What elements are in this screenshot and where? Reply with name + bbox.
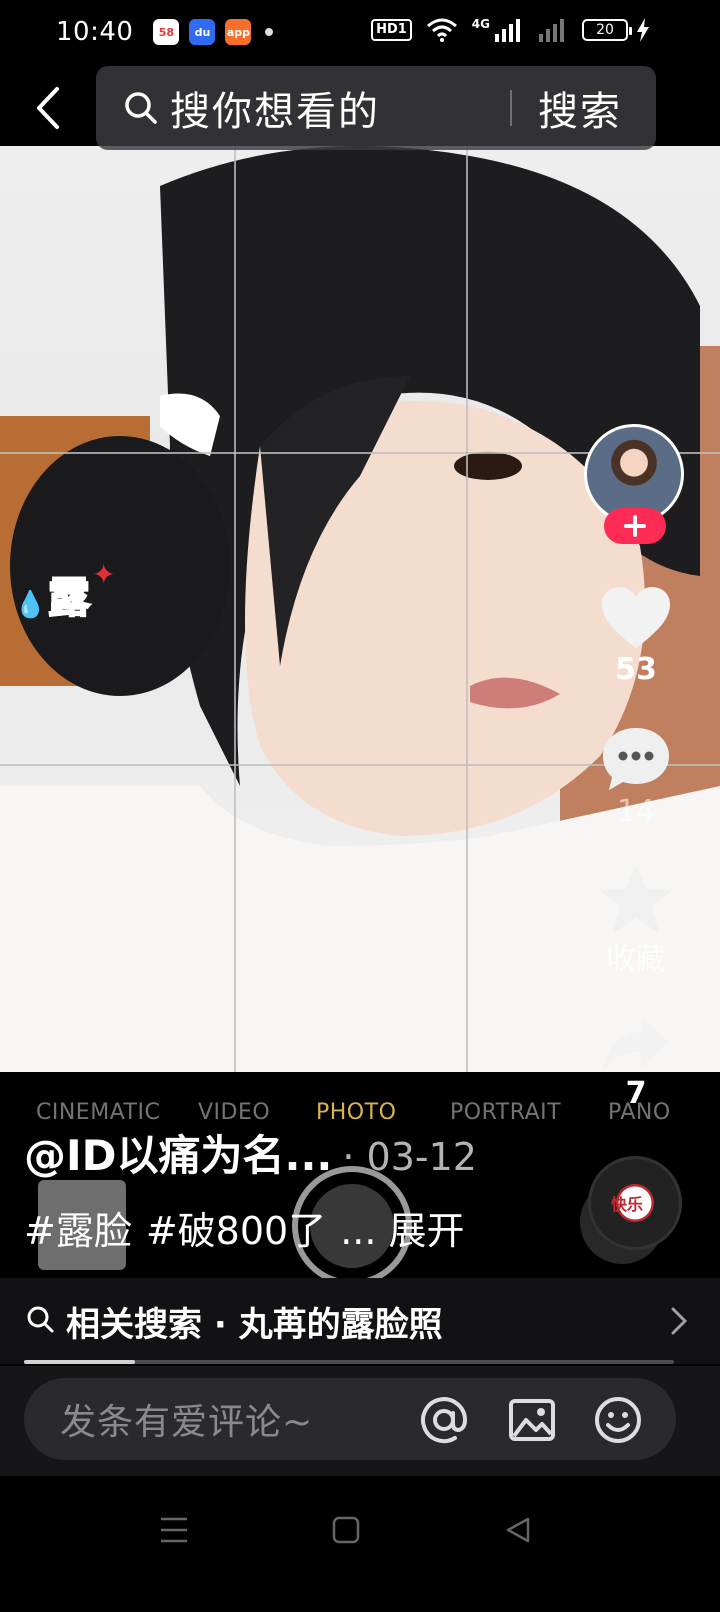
charging-icon xyxy=(637,18,649,42)
music-disc-label: 快乐 xyxy=(611,1195,644,1214)
emoji-button[interactable] xyxy=(592,1394,644,1446)
network-label: 4G xyxy=(471,17,490,31)
smiley-icon xyxy=(595,1397,641,1443)
nav-menu-button[interactable] xyxy=(144,1500,204,1560)
search-button[interactable]: 搜索 xyxy=(538,79,622,137)
favorite-button[interactable]: 收藏 xyxy=(598,866,674,978)
image-button[interactable] xyxy=(506,1394,558,1446)
image-icon xyxy=(509,1399,555,1441)
notification-app-icons: 58 du app xyxy=(153,19,252,45)
search-input[interactable]: 搜你想看的 xyxy=(170,79,380,137)
comment-button[interactable]: 14 xyxy=(598,726,674,829)
share-button[interactable]: 7 xyxy=(598,1014,674,1111)
related-search-text: 相关搜索 · 丸苒的露脸照 xyxy=(66,1304,443,1345)
expand-caption-button[interactable]: ... 展开 xyxy=(340,1200,464,1255)
related-search-bar[interactable]: 相关搜索 · 丸苒的露脸照 xyxy=(0,1278,720,1364)
hashtag[interactable]: #露脸 xyxy=(24,1200,132,1255)
search-divider xyxy=(510,90,512,126)
search-bar[interactable]: 搜你想看的 搜索 xyxy=(96,66,656,150)
app-58-icon: 58 xyxy=(153,19,180,45)
search-icon xyxy=(124,90,160,126)
system-nav-bar xyxy=(0,1476,720,1612)
music-disc[interactable]: 快乐 xyxy=(588,1156,682,1250)
status-time: 10:40 xyxy=(56,17,134,47)
mention-button[interactable] xyxy=(418,1394,470,1446)
search-icon xyxy=(26,1305,54,1337)
sweat-drop-icon: 💧 xyxy=(14,590,47,620)
battery-indicator: 20 xyxy=(582,19,632,41)
plus-icon xyxy=(624,515,646,537)
nav-home-button[interactable] xyxy=(316,1500,376,1560)
hd-badge: HD1 xyxy=(371,19,412,41)
back-button[interactable] xyxy=(22,80,74,136)
back-arrow-icon xyxy=(37,87,59,129)
author-name[interactable]: @ID以痛为名... xyxy=(24,1122,332,1183)
app-orange-icon: app xyxy=(225,19,252,45)
share-arrow-icon xyxy=(603,1016,669,1072)
signal-empty-icon xyxy=(539,19,564,42)
grid-line xyxy=(466,146,468,1072)
sticker-text: 露 xyxy=(47,572,91,623)
text-sticker: 💧 露 ✦ xyxy=(14,558,124,628)
hashtag[interactable]: #破800了 xyxy=(146,1200,326,1255)
signal-icon xyxy=(495,19,520,42)
comment-placeholder: 发条有爱评论~ xyxy=(60,1402,314,1443)
star-icon xyxy=(601,866,671,932)
progress-fill xyxy=(24,1360,135,1364)
caption-tags: #露脸 #破800了 ... 展开 xyxy=(24,1200,465,1255)
comment-area: 发条有爱评论~ xyxy=(0,1366,720,1476)
back-triangle-icon xyxy=(506,1517,530,1543)
app-baidu-icon: du xyxy=(189,19,216,45)
follow-button[interactable] xyxy=(604,508,666,544)
status-right: HD1 4G 20 xyxy=(371,17,650,42)
at-sign-icon xyxy=(421,1397,468,1444)
notification-dot-icon xyxy=(265,28,274,36)
comment-bubble-icon xyxy=(603,728,669,790)
post-date: · 03-12 xyxy=(342,1135,477,1179)
favorite-label: 收藏 xyxy=(606,942,666,977)
comment-count: 14 xyxy=(616,794,656,829)
status-bar: 10:40 58 du app HD1 4G 20 xyxy=(0,0,720,64)
author-line: @ID以痛为名... · 03-12 xyxy=(24,1122,477,1183)
video-progress-bar[interactable] xyxy=(24,1360,674,1364)
nav-back-button[interactable] xyxy=(488,1500,548,1560)
anger-mark-icon: ✦ xyxy=(92,558,116,591)
heart-icon xyxy=(602,587,670,648)
wifi-icon xyxy=(426,18,457,42)
comment-input[interactable]: 发条有爱评论~ xyxy=(24,1378,676,1460)
chevron-right-icon xyxy=(671,1307,688,1335)
home-square-icon xyxy=(332,1516,360,1544)
share-count: 7 xyxy=(625,1076,647,1111)
grid-line xyxy=(234,146,236,1072)
like-count: 53 xyxy=(615,652,657,687)
like-button[interactable]: 53 xyxy=(598,586,674,687)
menu-icon xyxy=(161,1517,187,1543)
